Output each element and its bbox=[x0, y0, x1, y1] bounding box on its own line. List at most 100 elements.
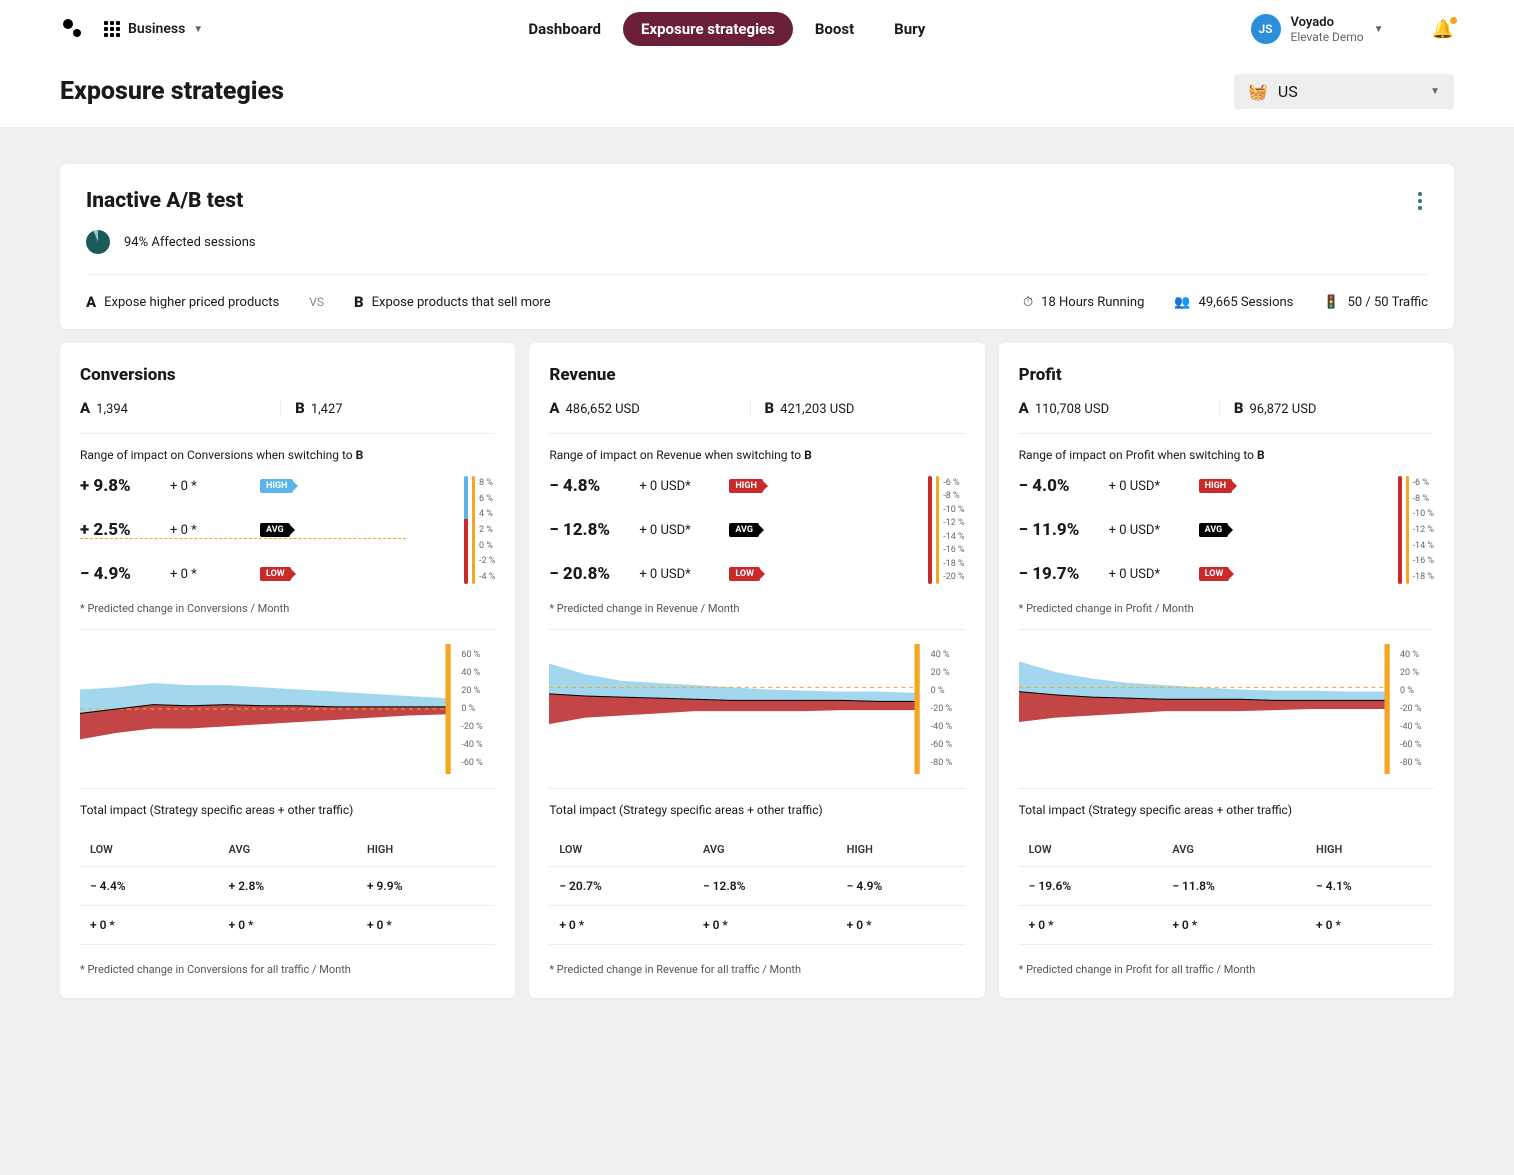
footnote: * Predicted change in Revenue / Month bbox=[549, 602, 964, 615]
main-nav: Dashboard Exposure strategies Boost Bury bbox=[510, 12, 943, 46]
low-tag: LOW bbox=[1199, 567, 1230, 581]
variant-b-value: 96,872 USD bbox=[1249, 402, 1316, 417]
low-pct: − 19.7% bbox=[1019, 564, 1109, 584]
nav-dashboard[interactable]: Dashboard bbox=[510, 12, 619, 46]
avg-tag: AVG bbox=[729, 523, 759, 537]
user-menu[interactable]: JS Voyado Elevate Demo ▼ bbox=[1251, 14, 1384, 44]
metric-title: Revenue bbox=[549, 365, 964, 385]
topbar: Business ▼ Dashboard Exposure strategies… bbox=[0, 0, 1514, 58]
variant-b-label: B bbox=[765, 399, 775, 417]
vs-label: VS bbox=[309, 295, 324, 309]
metric-title: Conversions bbox=[80, 365, 495, 385]
total-impact-label: Total impact (Strategy specific areas + … bbox=[80, 788, 495, 817]
logo-icon bbox=[60, 17, 84, 41]
avg-val: + 0 USD* bbox=[1109, 523, 1199, 538]
impact-scale: -6 %-8 %-10 %-12 %-14 %-16 %-18 %-20 % bbox=[928, 476, 964, 584]
user-name: Voyado bbox=[1291, 15, 1364, 30]
high-val: + 0 * bbox=[170, 479, 260, 494]
variant-a-badge: A bbox=[86, 293, 96, 311]
avg-val: + 0 * bbox=[170, 523, 260, 538]
app-switcher[interactable]: Business ▼ bbox=[104, 21, 203, 37]
high-tag: HIGH bbox=[260, 479, 293, 493]
low-tag: LOW bbox=[260, 567, 291, 581]
impact-scale: -6 %-8 %-10 %-12 %-14 %-16 %-18 % bbox=[1398, 476, 1434, 584]
metric-card-revenue: Revenue A486,652 USD B421,203 USD Range … bbox=[529, 343, 984, 998]
high-val: + 0 USD* bbox=[639, 479, 729, 494]
metric-card-profit: Profit A 110,708 USD B 96,872 USD Range of… bbox=[999, 343, 1454, 998]
avatar: JS bbox=[1251, 14, 1281, 44]
impact-chart: 40 %20 %0 %-20 %-40 %-60 %-80 % bbox=[1019, 629, 1434, 774]
impact-table: LOWAVGHIGH − 20.7%− 12.8%− 4.9%+ 0 *+ 0 … bbox=[549, 833, 964, 945]
ab-meta-row: A Expose higher priced products VS B Expos… bbox=[86, 274, 1428, 329]
variant-b-desc: Expose products that sell more bbox=[372, 295, 551, 310]
running-time: 18 Hours Running bbox=[1041, 295, 1144, 310]
avg-pct: + 2.5% bbox=[80, 520, 170, 540]
range-label: Range of impact on Profit when switching… bbox=[1019, 433, 1434, 462]
low-pct: − 4.9% bbox=[80, 564, 170, 584]
stopwatch-icon: ⏱ bbox=[1023, 295, 1033, 310]
impact-chart: 60 %40 %20 %0 %-20 %-40 %-60 % bbox=[80, 629, 495, 774]
variant-b-label: B bbox=[1234, 399, 1244, 417]
metric-card-conversions: Conversions A1,394 B1,427 Range of impac… bbox=[60, 343, 515, 998]
page-title: Exposure strategies bbox=[60, 77, 284, 106]
avg-val: + 0 USD* bbox=[639, 523, 729, 538]
card-menu-button[interactable] bbox=[1412, 186, 1428, 216]
nav-boost[interactable]: Boost bbox=[797, 12, 872, 46]
low-tag: LOW bbox=[729, 567, 760, 581]
affected-sessions: 94% Affected sessions bbox=[124, 235, 256, 250]
high-tag: HIGH bbox=[1199, 479, 1232, 493]
footnote: * Predicted change in Profit / Month bbox=[1019, 602, 1434, 615]
ab-test-title: Inactive A/B test bbox=[86, 189, 243, 213]
pie-icon bbox=[86, 230, 110, 254]
grid-icon bbox=[104, 21, 120, 37]
variant-a-label: A bbox=[549, 399, 559, 417]
low-val: + 0 * bbox=[170, 567, 260, 582]
chevron-down-icon: ▼ bbox=[1374, 24, 1384, 35]
high-pct: − 4.0% bbox=[1019, 476, 1109, 496]
traffic-icon: 🚦 bbox=[1323, 295, 1339, 310]
sessions-count: 49,665 Sessions bbox=[1199, 295, 1294, 310]
notification-dot bbox=[1450, 17, 1457, 24]
variant-a-desc: Expose higher priced products bbox=[104, 295, 279, 310]
total-impact-label: Total impact (Strategy specific areas + … bbox=[549, 788, 964, 817]
basket-icon: 🧺 bbox=[1248, 82, 1268, 101]
low-val: + 0 USD* bbox=[639, 567, 729, 582]
metrics-grid: Conversions A1,394 B1,427 Range of impac… bbox=[60, 343, 1454, 998]
avg-tag: AVG bbox=[1199, 523, 1229, 537]
region-value: US bbox=[1278, 82, 1298, 101]
content: Inactive A/B test 94% Affected sessions … bbox=[0, 128, 1514, 1034]
high-pct: − 4.8% bbox=[549, 476, 639, 496]
footnote2: * Predicted change in Conversions for al… bbox=[80, 963, 495, 976]
avg-pct: − 11.9% bbox=[1019, 520, 1109, 540]
nav-bury[interactable]: Bury bbox=[876, 12, 943, 46]
low-val: + 0 USD* bbox=[1109, 567, 1199, 582]
high-tag: HIGH bbox=[729, 479, 762, 493]
avg-tag: AVG bbox=[260, 523, 290, 537]
chevron-down-icon: ▼ bbox=[1430, 86, 1440, 97]
users-icon: 👥 bbox=[1174, 295, 1190, 310]
impact-scale: 8 %6 %4 %2 %0 %-2 %-4 % bbox=[464, 476, 495, 584]
variant-a-value: 110,708 USD bbox=[1035, 402, 1109, 417]
notifications-button[interactable]: 🔔 bbox=[1432, 19, 1454, 40]
variant-a-label: A bbox=[1019, 399, 1029, 417]
variant-b-badge: B bbox=[354, 293, 364, 311]
user-sub: Elevate Demo bbox=[1291, 30, 1364, 44]
footnote2: * Predicted change in Revenue for all tr… bbox=[549, 963, 964, 976]
range-label: Range of impact on Revenue when switchin… bbox=[549, 433, 964, 462]
high-pct: + 9.8% bbox=[80, 476, 170, 496]
impact-table: LOWAVGHIGH − 4.4%+ 2.8%+ 9.9%+ 0 *+ 0 *+… bbox=[80, 833, 495, 945]
metric-title: Profit bbox=[1019, 365, 1434, 385]
avg-pct: − 12.8% bbox=[549, 520, 639, 540]
sub-header: Exposure strategies 🧺 US ▼ bbox=[0, 58, 1514, 128]
low-pct: − 20.8% bbox=[549, 564, 639, 584]
footnote: * Predicted change in Conversions / Mont… bbox=[80, 602, 495, 615]
ab-test-header-card: Inactive A/B test 94% Affected sessions … bbox=[60, 164, 1454, 329]
variant-b-value: 1,427 bbox=[311, 402, 343, 417]
nav-exposure-strategies[interactable]: Exposure strategies bbox=[623, 12, 793, 46]
variant-b-label: B bbox=[295, 399, 305, 417]
impact-chart: 40 %20 %0 %-20 %-40 %-60 %-80 % bbox=[549, 629, 964, 774]
variant-a-value: 486,652 USD bbox=[565, 402, 639, 417]
footnote2: * Predicted change in Profit for all tra… bbox=[1019, 963, 1434, 976]
region-selector[interactable]: 🧺 US ▼ bbox=[1234, 74, 1454, 109]
impact-table: LOWAVGHIGH − 19.6%− 11.8%− 4.1%+ 0 *+ 0 … bbox=[1019, 833, 1434, 945]
